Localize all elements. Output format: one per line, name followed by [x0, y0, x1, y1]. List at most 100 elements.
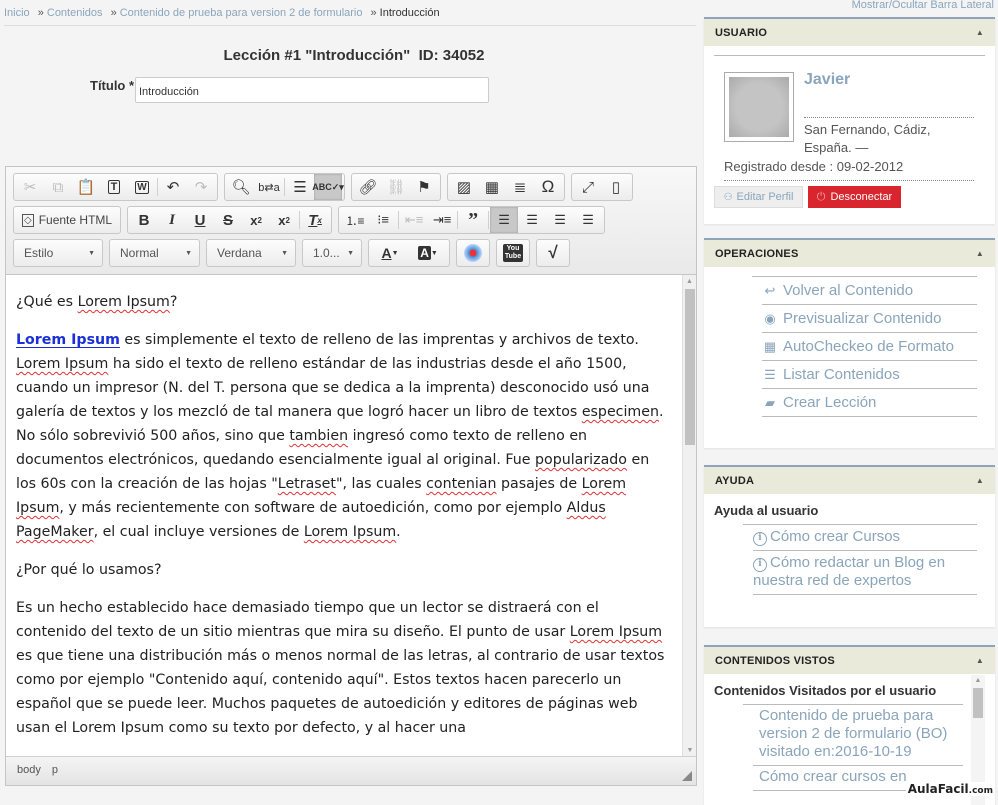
path-p[interactable]: p	[52, 764, 58, 776]
copy-icon[interactable]: ⧉	[44, 174, 72, 200]
link-icon[interactable]: 🔗︎	[354, 174, 382, 200]
editor-scrollbar[interactable]: ▲ ▼	[682, 275, 696, 757]
paste-word-icon[interactable]: W	[128, 174, 156, 200]
paste-icon[interactable]: 📋	[72, 174, 100, 200]
maximize-icon[interactable]: ⤢	[574, 174, 602, 200]
seen-subtitle: Contenidos Visitados por el usuario	[714, 683, 937, 698]
misspelled-word: Lorem Ipsum	[77, 294, 170, 310]
page-title: Lección #1 "Introducción" ID: 34052	[223, 47, 485, 64]
scroll-thumb[interactable]	[973, 688, 983, 718]
bold-icon[interactable]: B	[130, 207, 158, 233]
collapse-icon[interactable]: ▲	[976, 476, 984, 485]
text: , y más recientemente con software de au…	[59, 500, 567, 516]
paragraph-group: ⒈≡ ⁝≡ ⇤≡ ⇥≡ ” ☰ ☰ ☰ ☰	[338, 206, 606, 234]
underline-icon[interactable]: U	[186, 207, 214, 233]
op-autocheckeo[interactable]: ▦ AutoCheckeo de Formato	[762, 333, 977, 361]
panel-header[interactable]: AYUDA ▲	[704, 467, 995, 494]
collapse-icon[interactable]: ▲	[976, 656, 984, 665]
misspelled-word: contenian	[426, 476, 497, 492]
size-combo[interactable]: 1.0... ▼	[302, 239, 362, 267]
breadcrumb-inicio[interactable]: Inicio	[4, 7, 30, 19]
breadcrumb-contenidos[interactable]: Contenidos	[47, 7, 103, 19]
path-body[interactable]: body	[17, 764, 41, 776]
editor-content[interactable]: ¿Qué es Lorem Ipsum? Lorem Ipsum es simp…	[6, 275, 683, 757]
text: ?	[169, 294, 178, 310]
scroll-up-icon[interactable]: ▲	[683, 275, 696, 288]
align-right-icon[interactable]: ☰	[546, 207, 574, 233]
misspelled-word: especimen	[581, 404, 659, 420]
remove-format-icon[interactable]: Tx	[301, 207, 329, 233]
redo-icon[interactable]: ↷	[187, 174, 215, 200]
collapse-icon[interactable]: ▲	[976, 28, 984, 37]
numbered-list-icon[interactable]: ⒈≡	[341, 207, 369, 233]
panel-header[interactable]: OPERACIONES ▲	[704, 240, 995, 267]
replace-icon[interactable]: b⇄a	[255, 174, 283, 200]
youtube-icon[interactable]: You Tube	[499, 240, 527, 266]
align-center-icon[interactable]: ☰	[518, 207, 546, 233]
bg-color-icon[interactable]: A ▼	[409, 240, 447, 266]
scroll-thumb[interactable]	[685, 289, 695, 445]
op-listar[interactable]: ☰ Listar Contenidos	[762, 361, 977, 389]
op-label: Volver al Contenido	[783, 282, 914, 299]
bulleted-list-icon[interactable]: ⁝≡	[369, 207, 397, 233]
seen-item[interactable]: Contenido de prueba para version 2 de fo…	[753, 705, 963, 766]
spellcheck-icon[interactable]: ABC✓▾	[312, 174, 344, 200]
superscript-icon[interactable]: x2	[270, 207, 298, 233]
lorem-ipsum-link[interactable]: Lorem Ipsum	[16, 332, 120, 348]
blockquote-icon[interactable]: ”	[459, 207, 487, 233]
title-field[interactable]	[135, 77, 489, 103]
watermark-suffix: .com	[968, 786, 993, 796]
operations-panel: OPERACIONES ▲ ↩ Volver al Contenido ◉ Pr…	[704, 238, 995, 448]
clipboard-group: ✂ ⧉ 📋 T W ↶ ↷	[13, 173, 218, 201]
anchor-flag-icon[interactable]: ⚑	[410, 174, 438, 200]
strike-icon[interactable]: S	[214, 207, 242, 233]
format-combo[interactable]: Normal ▼	[109, 239, 200, 267]
image-icon[interactable]: ▨	[450, 174, 478, 200]
collapse-icon[interactable]: ▲	[976, 249, 984, 258]
content-paragraph-1: Lorem Ipsum es simplemente el texto de r…	[16, 328, 673, 544]
source-html-button[interactable]: ◇ Fuente HTML	[16, 207, 118, 233]
text: es que tiene una distribución más o meno…	[16, 648, 665, 736]
source-group: ◇ Fuente HTML	[13, 206, 122, 234]
font-combo[interactable]: Verdana ▼	[206, 239, 296, 267]
show-blocks-icon[interactable]: ▯	[602, 174, 630, 200]
resize-grip-icon[interactable]	[682, 771, 692, 781]
text: .	[396, 524, 401, 540]
breadcrumb-contenido[interactable]: Contenido de prueba para version 2 de fo…	[120, 7, 363, 19]
op-previsualizar[interactable]: ◉ Previsualizar Contenido	[762, 305, 977, 333]
cut-icon[interactable]: ✂	[16, 174, 44, 200]
paste-text-icon[interactable]: T	[100, 174, 128, 200]
outdent-icon[interactable]: ⇤≡	[400, 207, 428, 233]
edit-profile-button[interactable]: ⚇ Editar Perfil	[714, 186, 803, 208]
op-volver-contenido[interactable]: ↩ Volver al Contenido	[762, 277, 977, 305]
table-icon[interactable]: ▦	[478, 174, 506, 200]
text-color-icon[interactable]: A ▼	[371, 240, 409, 266]
help-item-blog[interactable]: i Cómo redactar un Blog en nuestra red de…	[753, 551, 977, 595]
scroll-up-icon[interactable]: ▲	[971, 675, 985, 687]
math-formula-icon[interactable]: √	[539, 240, 567, 266]
italic-icon[interactable]: I	[158, 207, 186, 233]
unlink-icon[interactable]: ⛓	[382, 174, 410, 200]
panel-header[interactable]: USUARIO ▲	[704, 19, 995, 46]
select-all-icon[interactable]: ☰	[286, 174, 314, 200]
user-name[interactable]: Javier	[804, 71, 850, 89]
logout-label: Desconectar	[830, 191, 893, 203]
op-crear-leccion[interactable]: ▰ Crear Lección	[762, 389, 977, 417]
operations-list: ↩ Volver al Contenido ◉ Previsualizar Co…	[752, 276, 977, 417]
undo-icon[interactable]: ↶	[159, 174, 187, 200]
toggle-sidebar-link[interactable]: Mostrar/Ocultar Barra Lateral	[852, 0, 994, 11]
user-panel: USUARIO ▲ Javier San Fernando, Cádiz, Es…	[704, 17, 995, 224]
justify-icon[interactable]: ☰	[574, 207, 602, 233]
source-icon: ◇	[22, 213, 34, 227]
help-item-cursos[interactable]: i Cómo crear Cursos	[753, 525, 977, 551]
map-icon[interactable]	[459, 240, 487, 266]
special-char-icon[interactable]: Ω	[534, 174, 562, 200]
subscript-icon[interactable]: x2	[242, 207, 270, 233]
logout-button[interactable]: ⏻ Desconectar	[808, 186, 901, 208]
indent-icon[interactable]: ⇥≡	[428, 207, 456, 233]
panel-header[interactable]: CONTENIDOS VISTOS ▲	[704, 647, 995, 674]
horizontal-rule-icon[interactable]: ≣	[506, 174, 534, 200]
style-combo[interactable]: Estilo ▼	[13, 239, 103, 267]
align-left-icon[interactable]: ☰	[490, 207, 519, 233]
find-icon[interactable]: 🔍︎	[227, 174, 255, 200]
